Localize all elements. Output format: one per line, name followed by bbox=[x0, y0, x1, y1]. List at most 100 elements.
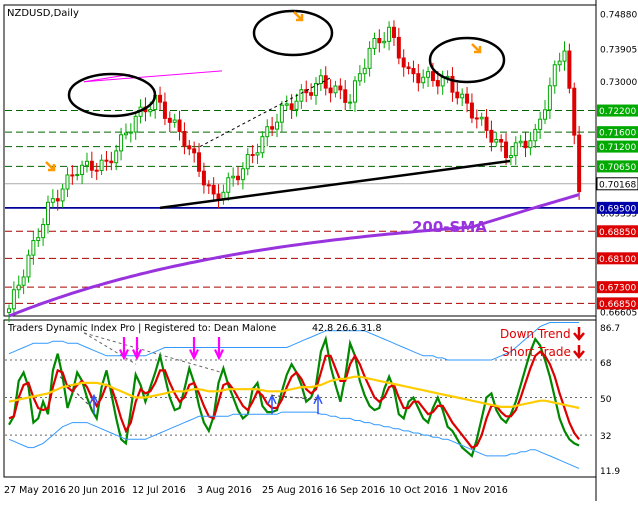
candle-body bbox=[36, 237, 41, 242]
candle-body bbox=[7, 308, 11, 313]
candle-body bbox=[411, 68, 416, 75]
candle-body bbox=[216, 193, 221, 200]
candle-body bbox=[552, 64, 557, 87]
candle-body bbox=[260, 136, 265, 154]
candle-body bbox=[65, 174, 70, 190]
candle-body bbox=[377, 37, 382, 44]
candle-body bbox=[323, 75, 328, 89]
sma-label: 200-SMA bbox=[412, 218, 487, 236]
candle-body bbox=[465, 93, 470, 104]
x-tick-label: 10 Oct 2016 bbox=[389, 485, 448, 496]
candle-body bbox=[284, 103, 289, 106]
indicator-title: Traders Dynamic Index Pro | Registered t… bbox=[7, 323, 276, 334]
candle-body bbox=[75, 174, 80, 177]
candle-body bbox=[440, 77, 445, 87]
candle-body bbox=[31, 240, 36, 256]
candle-body bbox=[333, 85, 338, 94]
price-y-tick: 0.73000 bbox=[600, 78, 637, 88]
candle-body bbox=[275, 121, 280, 130]
candle-body bbox=[162, 101, 167, 119]
candle-body bbox=[309, 92, 314, 96]
candle-body bbox=[158, 94, 163, 103]
candle-body bbox=[547, 85, 552, 111]
candle-body bbox=[240, 168, 245, 181]
candle-body bbox=[41, 223, 46, 239]
price-axis: 0.748800.739050.730000.693550.666050.722… bbox=[596, 10, 638, 319]
candle-body bbox=[460, 93, 465, 99]
ind-y-tick: 50 bbox=[600, 395, 612, 405]
candle-body bbox=[455, 91, 460, 99]
candle-body bbox=[294, 100, 299, 110]
candle-body bbox=[430, 71, 435, 82]
candle-body bbox=[416, 73, 421, 84]
candle-body bbox=[172, 119, 177, 123]
candle-body bbox=[387, 26, 392, 42]
candle-body bbox=[11, 289, 16, 310]
short-trade-label: Short Trade bbox=[502, 345, 571, 359]
candle-body bbox=[489, 129, 494, 143]
candle-body bbox=[104, 159, 109, 162]
candle-body bbox=[499, 139, 504, 143]
candle-body bbox=[396, 36, 401, 59]
candle-body bbox=[382, 40, 387, 44]
x-tick-label: 3 Aug 2016 bbox=[197, 485, 252, 496]
candle-body bbox=[245, 154, 250, 170]
candle-body bbox=[26, 254, 31, 278]
candle-body bbox=[435, 80, 440, 87]
red-level-tag: 0.67300 bbox=[599, 284, 636, 294]
x-tick-label: 20 Jun 2016 bbox=[68, 485, 125, 496]
candle-body bbox=[84, 160, 89, 166]
candle-body bbox=[426, 71, 431, 78]
support-level-tag: 0.69500 bbox=[599, 204, 636, 214]
candle-body bbox=[270, 126, 275, 130]
candle-body bbox=[318, 75, 323, 84]
candle-body bbox=[133, 115, 138, 133]
price-y-tick: 0.74880 bbox=[600, 10, 637, 20]
candle-body bbox=[55, 198, 60, 202]
candle-body bbox=[206, 184, 211, 187]
candle-body bbox=[357, 73, 362, 82]
price-y-tick: 0.73905 bbox=[600, 46, 637, 56]
candle-body bbox=[391, 26, 396, 38]
candle-body bbox=[192, 148, 197, 154]
candle-body bbox=[148, 109, 153, 113]
ind-y-tick: 86.7 bbox=[600, 324, 620, 334]
candle-body bbox=[572, 87, 577, 136]
red-level-tag: 0.68850 bbox=[599, 228, 636, 238]
candle-body bbox=[255, 152, 260, 156]
candle-body bbox=[484, 116, 489, 131]
candle-body bbox=[45, 201, 50, 225]
candle-body bbox=[265, 126, 270, 138]
price-y-tick: 0.66605 bbox=[600, 309, 637, 319]
candle-body bbox=[211, 184, 216, 195]
candle-body bbox=[197, 152, 202, 172]
candle-body bbox=[538, 118, 543, 130]
green-level-tag: 0.71600 bbox=[599, 129, 636, 139]
candle-body bbox=[328, 87, 333, 94]
candle-body bbox=[99, 159, 104, 172]
candle-body bbox=[343, 89, 348, 103]
candle-body bbox=[518, 140, 523, 144]
chart-canvas: NZDUSD,Daily Traders Dynamic Index Pro |… bbox=[3, 0, 638, 501]
candle-body bbox=[362, 67, 367, 75]
candle-body bbox=[221, 191, 226, 200]
candle-body bbox=[21, 276, 26, 286]
candle-body bbox=[348, 101, 353, 104]
candle-body bbox=[182, 131, 187, 147]
candle-body bbox=[494, 139, 499, 143]
candle-body bbox=[109, 160, 114, 164]
ind-y-tick: 32 bbox=[600, 432, 611, 442]
candle-body bbox=[528, 140, 533, 149]
green-level-tag: 0.71200 bbox=[599, 143, 636, 153]
red-level-tag: 0.66850 bbox=[599, 300, 636, 310]
candle-body bbox=[562, 50, 567, 62]
x-tick-label: 12 Jul 2016 bbox=[132, 485, 186, 496]
candle-body bbox=[523, 140, 528, 149]
nzdusd-chart-window: NZDUSD,Daily Traders Dynamic Index Pro |… bbox=[0, 0, 638, 501]
candle-body bbox=[70, 174, 75, 177]
candle-body bbox=[289, 103, 294, 110]
ind-y-tick: 68 bbox=[600, 359, 612, 369]
candle-body bbox=[421, 76, 426, 84]
candle-body bbox=[177, 119, 182, 133]
candle-body bbox=[167, 117, 172, 123]
